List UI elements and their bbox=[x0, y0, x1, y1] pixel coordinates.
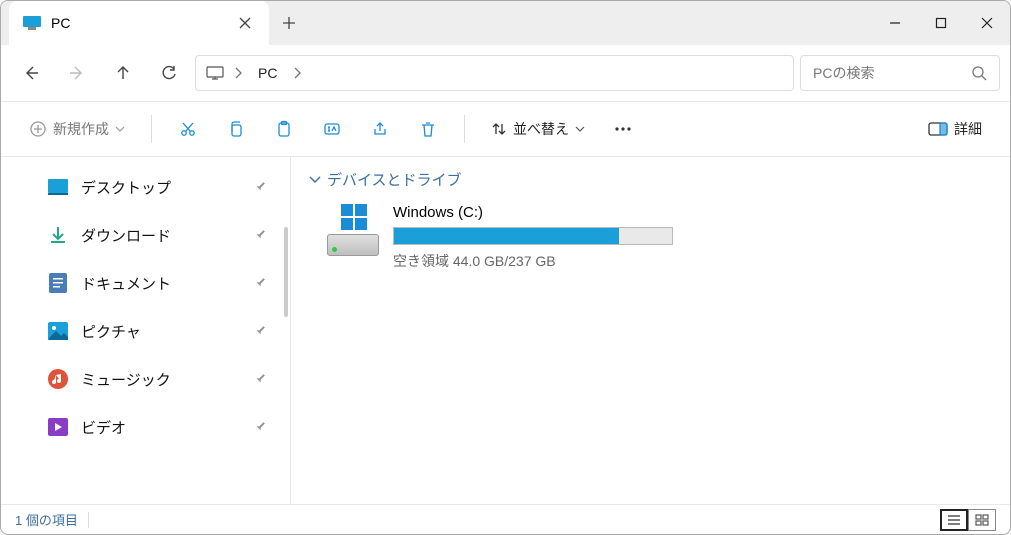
music-icon bbox=[47, 368, 69, 390]
minimize-button[interactable] bbox=[872, 1, 918, 45]
close-window-button[interactable] bbox=[964, 1, 1010, 45]
new-button[interactable]: 新規作成 bbox=[19, 111, 135, 147]
download-icon bbox=[47, 224, 69, 246]
details-pane-icon bbox=[928, 122, 948, 136]
copy-icon bbox=[227, 120, 245, 138]
sidebar-item-label: ダウンロード bbox=[81, 225, 171, 246]
pin-icon[interactable] bbox=[252, 275, 269, 292]
chevron-down-icon bbox=[575, 126, 585, 132]
rename-button[interactable] bbox=[312, 111, 352, 147]
refresh-button[interactable] bbox=[149, 53, 189, 93]
ellipsis-icon bbox=[614, 127, 632, 131]
title-bar: PC bbox=[1, 1, 1010, 45]
share-icon bbox=[371, 120, 389, 138]
desktop-icon bbox=[47, 176, 69, 198]
search-box[interactable]: PCの検索 bbox=[800, 55, 1000, 91]
cut-button[interactable] bbox=[168, 111, 208, 147]
status-bar: 1 個の項目 bbox=[1, 504, 1010, 534]
address-bar[interactable]: PC bbox=[195, 55, 794, 91]
new-tab-button[interactable] bbox=[269, 1, 309, 45]
details-pane-button[interactable]: 詳細 bbox=[918, 111, 992, 147]
navigation-row: PC PCの検索 bbox=[1, 45, 1010, 101]
main-content[interactable]: デバイスとドライブ Windows (C:) 空き領域 44.0 GB/237 … bbox=[291, 157, 1010, 504]
drive-icon bbox=[327, 204, 379, 256]
monitor-icon bbox=[206, 66, 224, 80]
back-button[interactable] bbox=[11, 53, 51, 93]
pin-icon[interactable] bbox=[252, 179, 269, 196]
sidebar-item-pictures[interactable]: ピクチャ bbox=[1, 307, 290, 355]
window-controls bbox=[872, 1, 1010, 45]
search-icon bbox=[971, 65, 987, 81]
sidebar-item-downloads[interactable]: ダウンロード bbox=[1, 211, 290, 259]
tab-active[interactable]: PC bbox=[9, 1, 269, 45]
monitor-icon bbox=[23, 16, 41, 30]
icons-view-button[interactable] bbox=[968, 509, 996, 531]
pin-icon[interactable] bbox=[252, 227, 269, 244]
sidebar-item-label: ドキュメント bbox=[81, 273, 171, 294]
sidebar-item-desktop[interactable]: デスクトップ bbox=[1, 163, 290, 211]
sidebar-item-label: デスクトップ bbox=[81, 177, 171, 198]
forward-button[interactable] bbox=[57, 53, 97, 93]
details-label: 詳細 bbox=[954, 119, 982, 139]
up-button[interactable] bbox=[103, 53, 143, 93]
sort-label: 並べ替え bbox=[513, 119, 569, 139]
sidebar-item-label: ミュージック bbox=[81, 369, 171, 390]
new-label: 新規作成 bbox=[53, 119, 109, 139]
sort-icon bbox=[491, 121, 507, 137]
pin-icon[interactable] bbox=[252, 323, 269, 340]
clipboard-icon bbox=[275, 120, 293, 138]
group-header-label: デバイスとドライブ bbox=[327, 169, 462, 190]
scissors-icon bbox=[179, 120, 197, 138]
windows-logo-icon bbox=[341, 204, 367, 230]
drive-subtitle: 空き領域 44.0 GB/237 GB bbox=[393, 251, 703, 271]
video-icon bbox=[47, 416, 69, 438]
explorer-window: PC bbox=[0, 0, 1011, 535]
sidebar-item-label: ピクチャ bbox=[81, 321, 141, 342]
drive-item[interactable]: Windows (C:) 空き領域 44.0 GB/237 GB bbox=[309, 204, 992, 271]
command-bar: 新規作成 並べ替え bbox=[1, 101, 1010, 157]
chevron-down-icon bbox=[115, 126, 125, 132]
chevron-down-icon bbox=[309, 176, 321, 184]
tab-title: PC bbox=[51, 15, 235, 31]
maximize-button[interactable] bbox=[918, 1, 964, 45]
paste-button[interactable] bbox=[264, 111, 304, 147]
item-count: 1 個の項目 bbox=[15, 510, 78, 529]
navigation-pane[interactable]: デスクトップ ダウンロード ドキュメント ピクチャ ミュージック bbox=[1, 157, 291, 504]
group-header[interactable]: デバイスとドライブ bbox=[309, 169, 992, 190]
pin-icon[interactable] bbox=[252, 419, 269, 436]
rename-icon bbox=[323, 120, 341, 138]
sort-button[interactable]: 並べ替え bbox=[481, 111, 595, 147]
share-button[interactable] bbox=[360, 111, 400, 147]
sidebar-item-label: ビデオ bbox=[81, 417, 126, 438]
document-icon bbox=[47, 272, 69, 294]
pictures-icon bbox=[47, 320, 69, 342]
search-placeholder: PCの検索 bbox=[813, 63, 963, 83]
plus-circle-icon bbox=[29, 120, 47, 138]
chevron-right-icon[interactable] bbox=[293, 67, 301, 79]
sidebar-item-videos[interactable]: ビデオ bbox=[1, 403, 290, 451]
sidebar-item-music[interactable]: ミュージック bbox=[1, 355, 290, 403]
breadcrumb-pc[interactable]: PC bbox=[252, 63, 283, 83]
copy-button[interactable] bbox=[216, 111, 256, 147]
trash-icon bbox=[419, 120, 437, 138]
close-tab-button[interactable] bbox=[235, 13, 255, 33]
pin-icon[interactable] bbox=[252, 371, 269, 388]
capacity-bar bbox=[393, 227, 673, 245]
details-view-button[interactable] bbox=[940, 509, 968, 531]
scrollbar-thumb[interactable] bbox=[284, 227, 288, 317]
sidebar-item-documents[interactable]: ドキュメント bbox=[1, 259, 290, 307]
chevron-right-icon[interactable] bbox=[234, 67, 242, 79]
drive-name: Windows (C:) bbox=[393, 204, 703, 221]
delete-button[interactable] bbox=[408, 111, 448, 147]
more-button[interactable] bbox=[603, 111, 643, 147]
